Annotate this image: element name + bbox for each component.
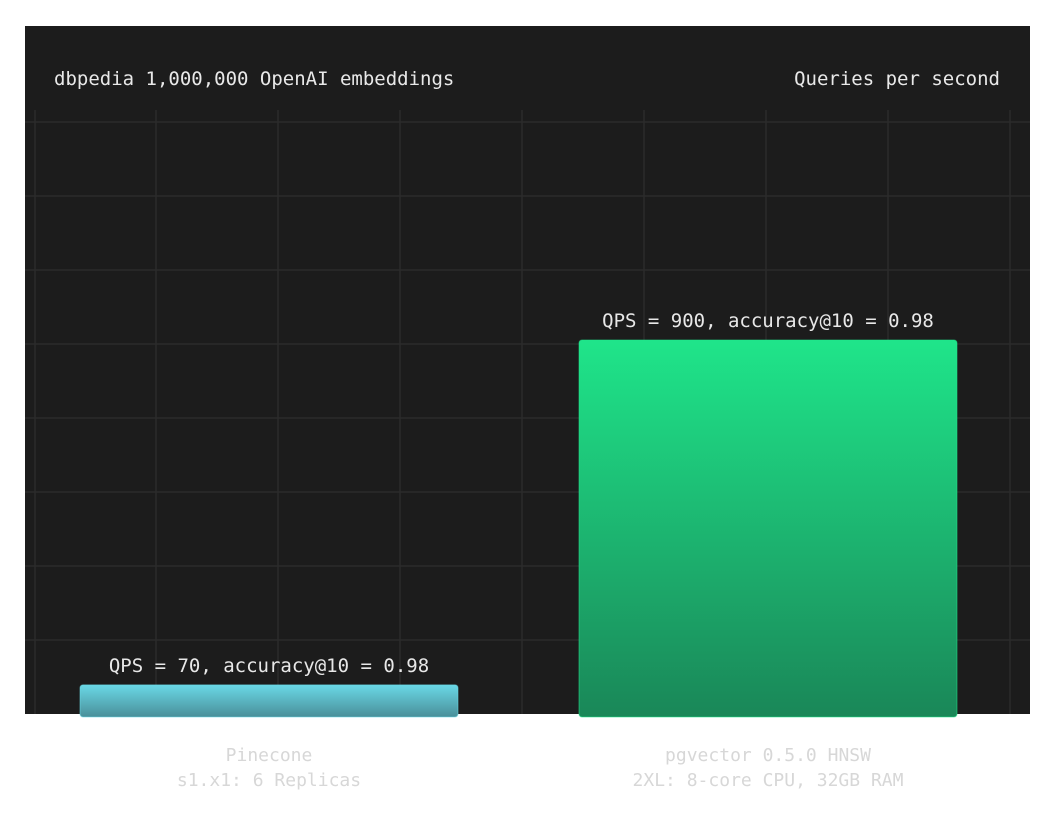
bar-pgvector [578,339,958,718]
bar-data-label: QPS = 900, accuracy@10 = 0.98 [602,310,934,332]
chart-subtitle: Queries per second [794,68,1000,90]
category-detail-label: 2XL: 8-core CPU, 32GB RAM [633,770,904,791]
chart: dbpedia 1,000,000 OpenAI embeddings Quer… [25,26,1030,791]
chart-title: dbpedia 1,000,000 OpenAI embeddings [54,68,454,90]
bar-pinecone [79,684,459,718]
category-detail-label: s1.x1: 6 Replicas [177,770,361,791]
category-label: Pinecone [226,745,313,766]
category-label: pgvector 0.5.0 HNSW [665,745,871,766]
bar-data-label: QPS = 70, accuracy@10 = 0.98 [109,655,429,677]
